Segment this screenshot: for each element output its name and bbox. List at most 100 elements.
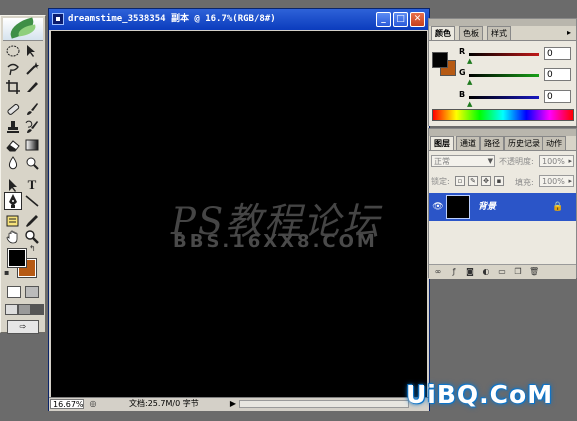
quick-mask-icon[interactable] — [25, 286, 39, 298]
layers-palette-body: 正常 ▼ 不透明度: 100% ▸ 锁定: ▫ ✎ ✥ ▪ 填充: 100% ▸… — [429, 150, 576, 279]
fill-field[interactable]: 100% ▸ — [539, 175, 574, 187]
status-bar: 16.67% ◎ 文档:25.7M/0 字节 ▶ — [49, 397, 429, 411]
palette-menu-arrow-icon[interactable]: ▸ — [567, 28, 571, 37]
slider-g-thumb-icon[interactable]: ▲ — [467, 78, 472, 86]
image-canvas[interactable]: PS教程论坛 BBS.16XX8.COM — [51, 31, 427, 397]
jump-to-imageready-icon[interactable]: ⇨ — [7, 320, 39, 334]
channel-value-r[interactable]: 0 — [544, 47, 571, 60]
palette-grip[interactable] — [429, 19, 576, 26]
new-group-icon[interactable]: ▭ — [497, 267, 507, 277]
layer-mask-icon[interactable]: ◙ — [465, 267, 475, 277]
slider-b[interactable] — [469, 96, 539, 99]
dodge-icon[interactable] — [24, 155, 40, 171]
tab-history[interactable]: 历史记录 — [504, 136, 544, 150]
maximize-button[interactable]: □ — [393, 12, 408, 27]
lock-transparency-icon[interactable]: ▫ — [455, 176, 465, 186]
tab-layers[interactable]: 图层 — [430, 136, 454, 150]
slider-g[interactable] — [469, 74, 539, 77]
layer-name[interactable]: 背景 — [478, 193, 496, 221]
channel-label-g: G — [459, 68, 466, 77]
lasso-icon[interactable] — [5, 61, 21, 77]
slice-icon[interactable] — [24, 79, 40, 95]
adjustment-layer-icon[interactable]: ◐ — [481, 267, 491, 277]
standard-screen-icon[interactable] — [5, 304, 18, 315]
blend-mode-value: 正常 — [434, 157, 450, 166]
layers-palette: 图层 通道 路径 历史记录 动作 正常 ▼ 不透明度: 100% ▸ 锁定: ▫… — [428, 128, 577, 279]
magic-wand-icon[interactable] — [24, 61, 40, 77]
slider-r[interactable] — [469, 53, 539, 56]
standard-mode-icon[interactable] — [7, 286, 21, 298]
type-icon[interactable]: T — [24, 177, 40, 193]
close-button[interactable]: ✕ — [410, 12, 425, 27]
fill-label: 填充: — [515, 178, 534, 187]
tab-paths[interactable]: 路径 — [480, 136, 504, 150]
link-layers-icon[interactable]: ∞ — [433, 267, 443, 277]
zoom-field[interactable]: 16.67% — [50, 399, 84, 409]
fill-value: 100% — [542, 177, 565, 186]
status-menu-arrow-icon[interactable]: ▶ — [229, 399, 237, 409]
clone-stamp-icon[interactable] — [5, 119, 21, 135]
delete-layer-icon[interactable]: 🗑 — [529, 267, 539, 277]
color-palette: 颜色 色板 样式 ▸ R ▲ 0 G ▲ 0 B ▲ 0 — [428, 18, 577, 126]
eyedropper-icon[interactable] — [24, 213, 40, 229]
chevron-down-icon: ▼ — [487, 157, 493, 165]
blur-icon[interactable] — [5, 155, 21, 171]
status-info-icon[interactable]: ◎ — [87, 399, 99, 409]
layer-thumbnail[interactable] — [446, 195, 470, 219]
gradient-icon[interactable] — [24, 137, 40, 153]
channel-label-b: B — [459, 90, 466, 99]
tab-color[interactable]: 颜色 — [431, 26, 455, 40]
layers-footer: ∞ ƒ ◙ ◐ ▭ ❐ 🗑 — [429, 264, 576, 279]
slider-b-thumb-icon[interactable]: ▲ — [467, 100, 472, 108]
line-icon[interactable] — [24, 193, 40, 209]
notes-icon[interactable] — [5, 213, 21, 229]
full-screen-menu-icon[interactable] — [18, 304, 31, 315]
swap-colors-icon[interactable]: ↰ — [29, 244, 36, 253]
blend-mode-dropdown[interactable]: 正常 ▼ — [431, 155, 495, 167]
horizontal-scrollbar[interactable] — [239, 400, 409, 408]
zoom-icon[interactable] — [24, 229, 40, 245]
photoshop-logo[interactable] — [3, 17, 43, 41]
eraser-icon[interactable] — [5, 137, 21, 153]
channel-label-r: R — [459, 47, 466, 56]
pen-icon[interactable] — [4, 192, 22, 210]
layer-row-background[interactable]: 👁 背景 🔒 — [429, 193, 576, 221]
move-icon[interactable] — [24, 43, 40, 59]
new-layer-icon[interactable]: ❐ — [513, 267, 523, 277]
opacity-field[interactable]: 100% ▸ — [539, 155, 574, 167]
foreground-color-swatch[interactable] — [7, 248, 27, 268]
eye-icon[interactable]: 👁 — [432, 202, 444, 212]
tab-actions[interactable]: 动作 — [542, 136, 566, 150]
lock-image-icon[interactable]: ✎ — [468, 176, 478, 186]
palette-grip[interactable] — [429, 129, 576, 136]
layer-style-icon[interactable]: ƒ — [449, 267, 459, 277]
chevron-right-icon: ▸ — [568, 177, 572, 185]
path-select-icon[interactable] — [5, 177, 21, 193]
crop-icon[interactable] — [5, 79, 21, 95]
opacity-label: 不透明度: — [499, 157, 534, 166]
slider-r-thumb-icon[interactable]: ▲ — [467, 57, 472, 65]
lock-all-icon[interactable]: ▪ — [494, 176, 504, 186]
chevron-right-icon: ▸ — [568, 157, 572, 165]
tab-swatches[interactable]: 色板 — [459, 26, 483, 40]
healing-brush-icon[interactable] — [5, 101, 21, 117]
minimize-button[interactable]: _ — [376, 12, 391, 27]
history-brush-icon[interactable] — [24, 119, 40, 135]
default-colors-icon[interactable]: ▪ — [4, 268, 9, 277]
marquee-icon[interactable] — [5, 43, 21, 59]
tab-channels[interactable]: 通道 — [456, 136, 480, 150]
full-screen-icon[interactable] — [31, 304, 44, 315]
document-window: dreamstime_3538354 副本 @ 16.7%(RGB/8#) _ … — [48, 8, 430, 411]
site-watermark: UiBQ.CoM — [406, 380, 554, 409]
document-titlebar[interactable]: dreamstime_3538354 副本 @ 16.7%(RGB/8#) _ … — [49, 9, 429, 30]
color-spectrum-bar[interactable] — [432, 109, 574, 121]
lock-position-icon[interactable]: ✥ — [481, 176, 491, 186]
tab-styles[interactable]: 样式 — [487, 26, 511, 40]
brush-icon[interactable] — [24, 101, 40, 117]
hand-icon[interactable] — [5, 229, 21, 245]
palette-foreground-swatch[interactable] — [432, 52, 448, 68]
channel-value-g[interactable]: 0 — [544, 68, 571, 81]
document-size-info: 文档:25.7M/0 字节 — [129, 399, 199, 408]
channel-value-b[interactable]: 0 — [544, 90, 571, 103]
lock-icon: 🔒 — [552, 202, 564, 212]
